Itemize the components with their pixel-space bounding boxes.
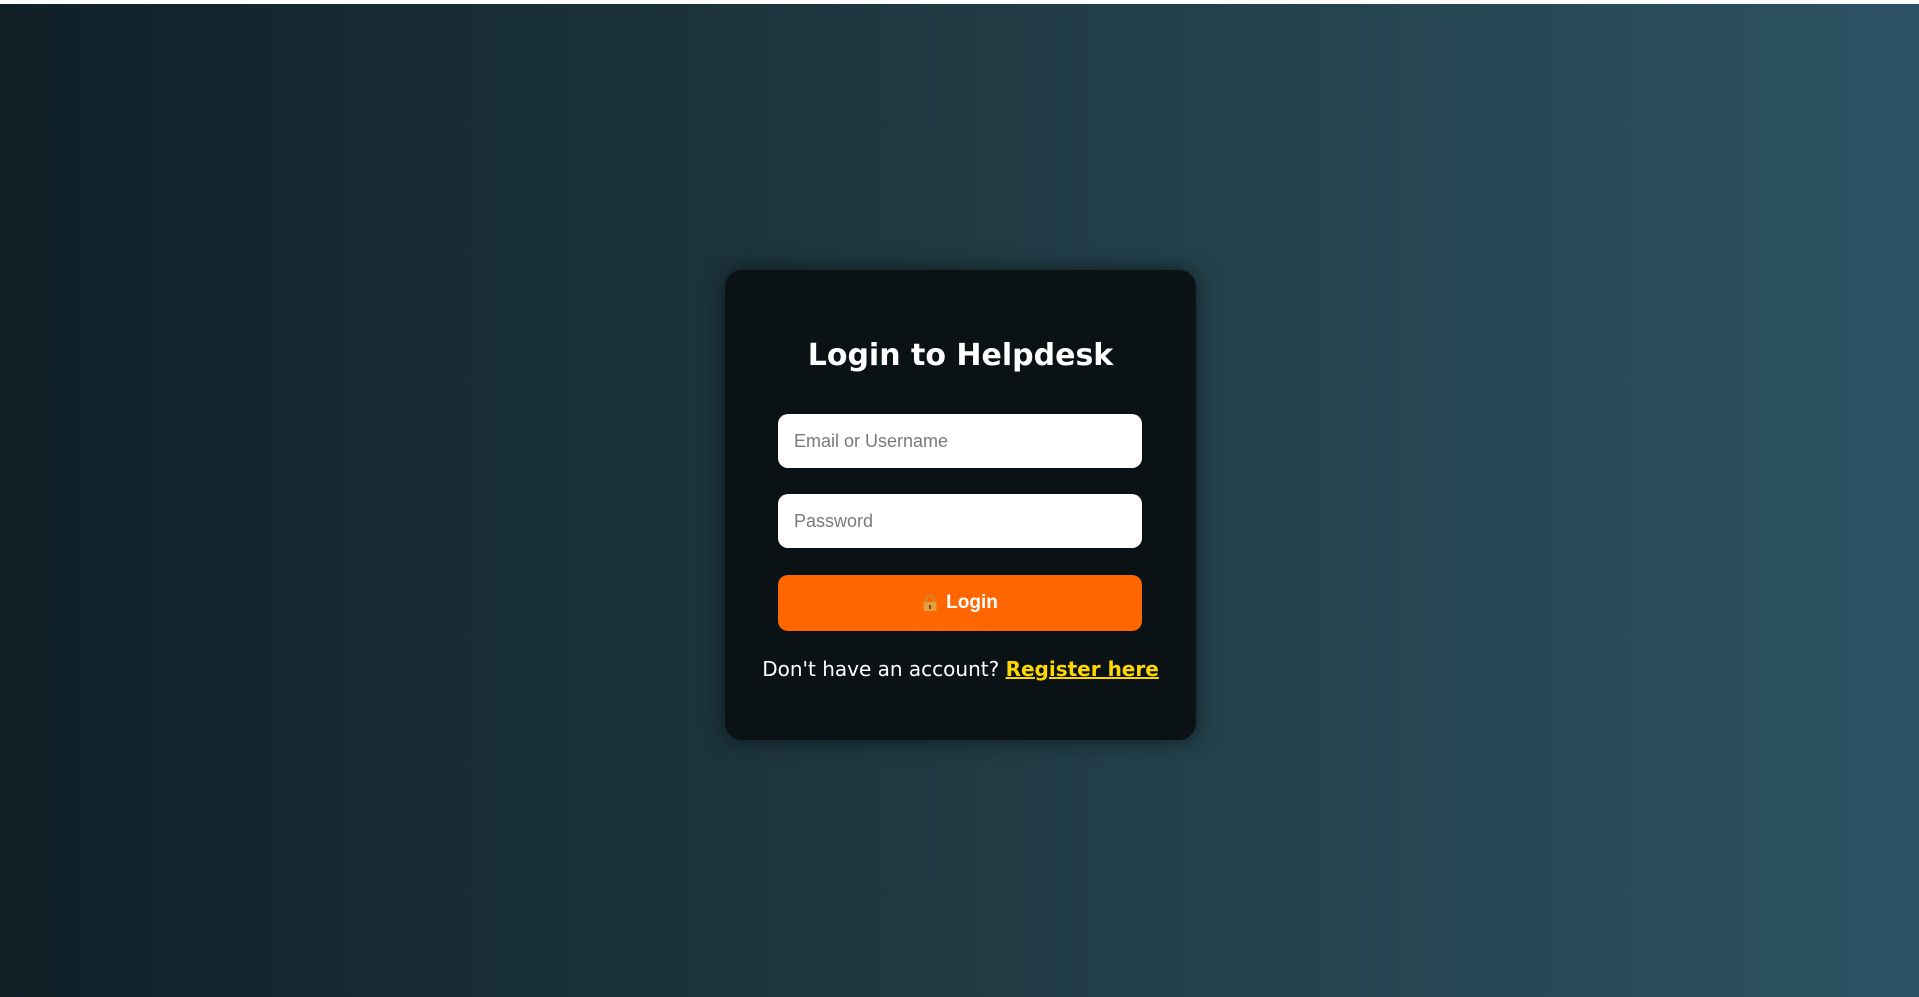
page-background: Login to Helpdesk Login Don't have an ac… <box>0 4 1919 997</box>
login-button-label: Login <box>946 592 998 613</box>
register-prompt: Don't have an account? Register here <box>725 654 1196 684</box>
email-username-input[interactable] <box>778 414 1142 468</box>
register-link[interactable]: Register here <box>1006 657 1159 681</box>
login-button[interactable]: Login <box>778 575 1142 631</box>
page-title: Login to Helpdesk <box>807 338 1114 373</box>
password-input[interactable] <box>778 494 1142 548</box>
lock-icon <box>922 594 938 612</box>
register-prompt-text: Don't have an account? <box>762 657 1000 681</box>
login-card: Login to Helpdesk Login Don't have an ac… <box>725 270 1196 740</box>
